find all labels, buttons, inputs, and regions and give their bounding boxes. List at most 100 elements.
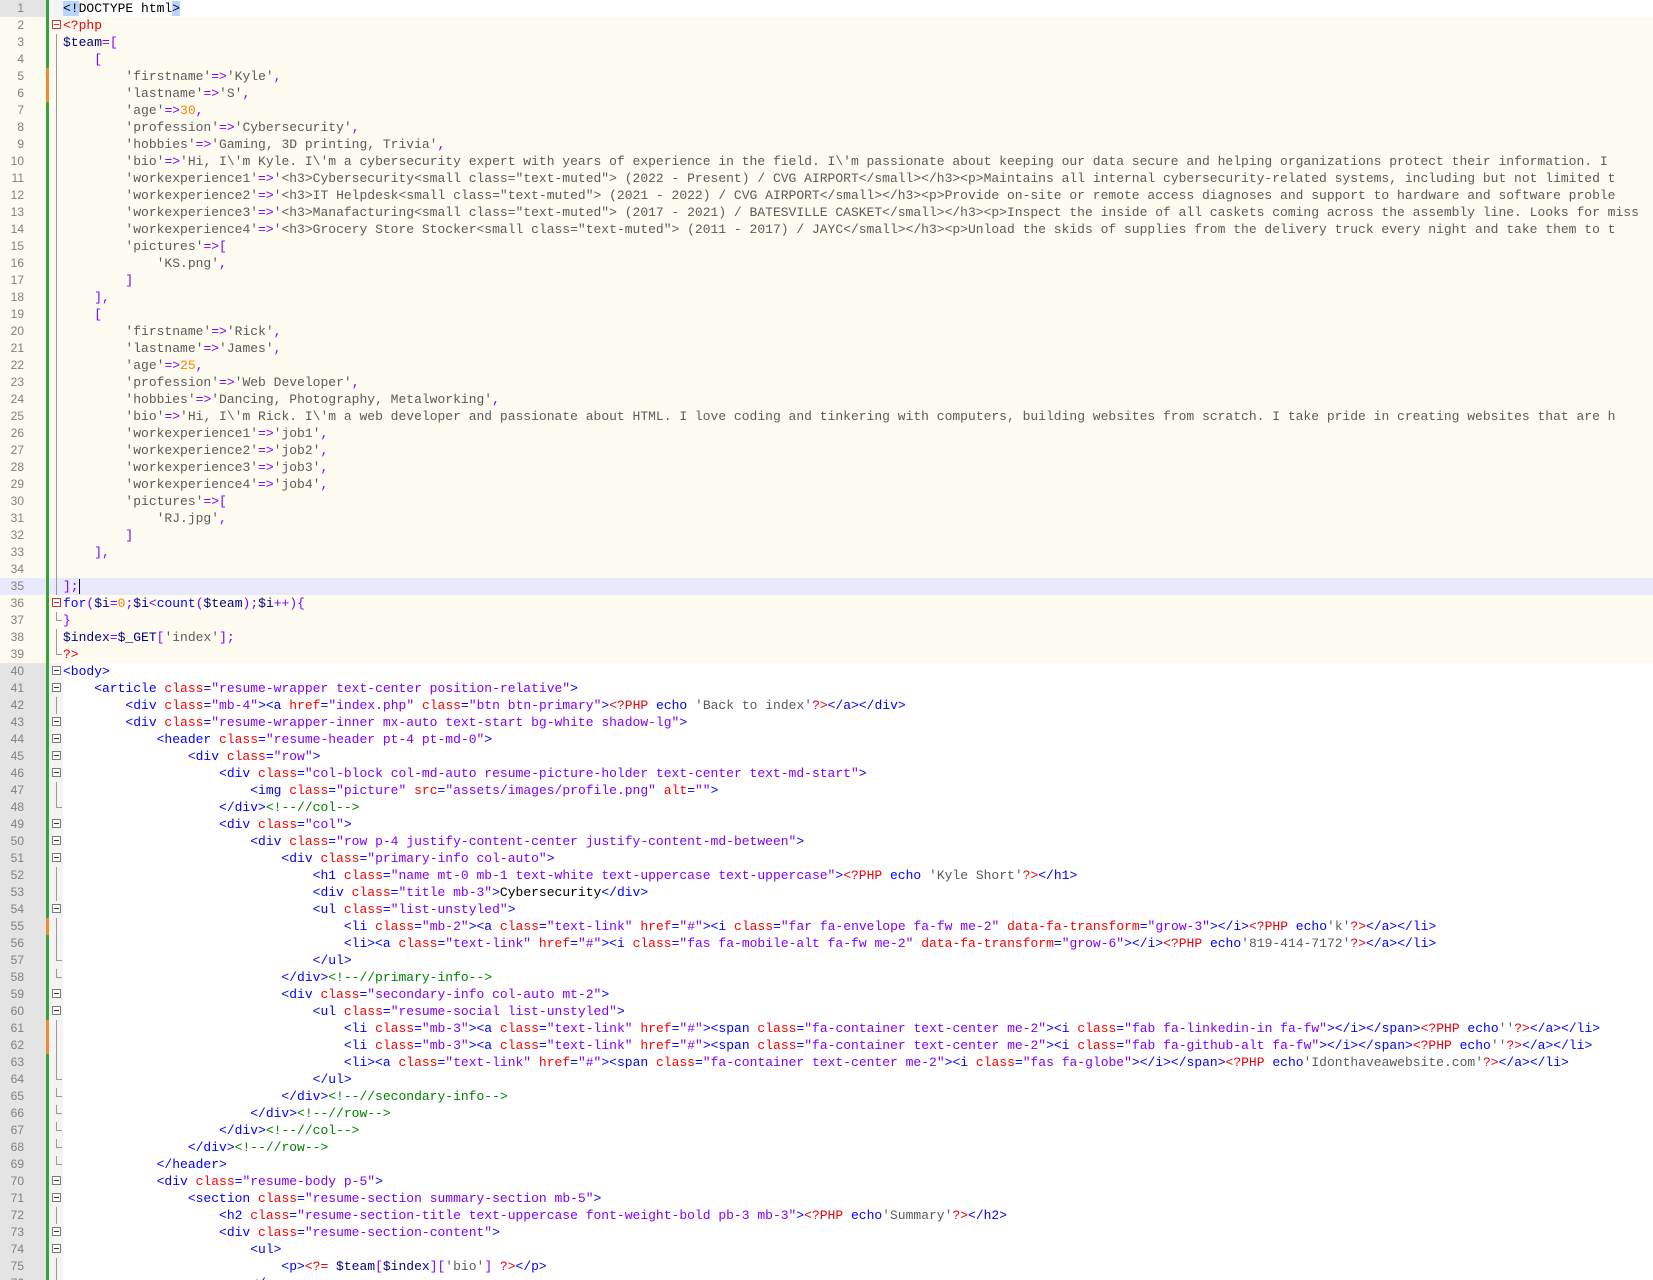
code-text[interactable]: ?>	[63, 646, 79, 663]
code-text[interactable]: 'workexperience4'=>'<h3>Grocery Store St…	[63, 221, 1615, 238]
code-text[interactable]: <header class="resume-header pt-4 pt-md-…	[63, 731, 493, 748]
code-text[interactable]: 'KS.png',	[63, 255, 227, 272]
code-line[interactable]: 52 <h1 class="name mt-0 mb-1 text-white …	[0, 867, 1653, 884]
code-text[interactable]: <div class="resume-wrapper-inner mx-auto…	[63, 714, 687, 731]
code-line[interactable]: 56 <li><a class="text-link" href="#"><i …	[0, 935, 1653, 952]
code-editor[interactable]: 1 <!DOCTYPE html> 2 <?php 3 $team=[4 [5 'firs…	[0, 0, 1653, 1280]
code-text[interactable]: ],	[63, 544, 110, 561]
code-text[interactable]: 'bio'=>'Hi, I\'m Rick. I\'m a web develo…	[63, 408, 1615, 425]
code-text[interactable]: <div class="row">	[63, 748, 321, 765]
code-text[interactable]: </div><!--//secondary-info-->	[63, 1088, 507, 1105]
code-line[interactable]: 45 <div class="row">	[0, 748, 1653, 765]
code-line[interactable]: 55 <li class="mb-2"><a class="text-link"…	[0, 918, 1653, 935]
code-line[interactable]: 22 'age'=>25,	[0, 357, 1653, 374]
code-text[interactable]: </div><!--//col-->	[63, 799, 359, 816]
code-text[interactable]: $index=$_GET['index'];	[63, 629, 235, 646]
code-text[interactable]: <div class="row p-4 justify-content-cent…	[63, 833, 804, 850]
code-line[interactable]: 37}	[0, 612, 1653, 629]
code-line[interactable]: 48 </div><!--//col-->	[0, 799, 1653, 816]
code-text[interactable]: <h1 class="name mt-0 mb-1 text-white tex…	[63, 867, 1078, 884]
code-line[interactable]: 27 'workexperience2'=>'job2',	[0, 442, 1653, 459]
code-line[interactable]: 1 <!DOCTYPE html>	[0, 0, 1653, 17]
fold-toggle-icon[interactable]	[50, 714, 64, 731]
code-line[interactable]: 69 </header>	[0, 1156, 1653, 1173]
fold-toggle-icon[interactable]	[50, 1003, 64, 1020]
code-text[interactable]: 'hobbies'=>'Dancing, Photography, Metalw…	[63, 391, 500, 408]
code-line[interactable]: 38 $index=$_GET['index'];	[0, 629, 1653, 646]
code-line[interactable]: 40 <body>	[0, 663, 1653, 680]
code-line[interactable]: 75 <p><?= $team[$index]['bio'] ?></p>	[0, 1258, 1653, 1275]
code-line[interactable]: 23 'profession'=>'Web Developer',	[0, 374, 1653, 391]
code-text[interactable]: <li class="mb-3"><a class="text-link" hr…	[63, 1020, 1600, 1037]
code-line[interactable]: 63 <li><a class="text-link" href="#"><sp…	[0, 1054, 1653, 1071]
code-text[interactable]: 'age'=>30,	[63, 102, 203, 119]
code-line[interactable]: 19 [	[0, 306, 1653, 323]
fold-toggle-icon[interactable]	[50, 17, 64, 34]
code-line[interactable]: 34	[0, 561, 1653, 578]
code-line[interactable]: 20 'firstname'=>'Rick',	[0, 323, 1653, 340]
code-text[interactable]: 'profession'=>'Cybersecurity',	[63, 119, 359, 136]
code-text[interactable]: <div class="resume-section-content">	[63, 1224, 500, 1241]
code-line[interactable]: 50 <div class="row p-4 justify-content-c…	[0, 833, 1653, 850]
code-text[interactable]: <p><?= $team[$index]['bio'] ?></p>	[63, 1258, 546, 1275]
code-text[interactable]: <li><a class="text-link" href="#"><span …	[63, 1054, 1569, 1071]
code-line[interactable]: 47 <img class="picture" src="assets/imag…	[0, 782, 1653, 799]
code-line[interactable]: 2 <?php	[0, 17, 1653, 34]
fold-toggle-icon[interactable]	[50, 765, 64, 782]
code-line[interactable]: 66 </div><!--//row-->	[0, 1105, 1653, 1122]
code-line[interactable]: 29 'workexperience4'=>'job4',	[0, 476, 1653, 493]
code-line[interactable]: 24 'hobbies'=>'Dancing, Photography, Met…	[0, 391, 1653, 408]
code-text[interactable]: <article class="resume-wrapper text-cent…	[63, 680, 578, 697]
fold-toggle-icon[interactable]	[50, 833, 64, 850]
code-line[interactable]: 51 <div class="primary-info col-auto">	[0, 850, 1653, 867]
code-line[interactable]: 35];	[0, 578, 1653, 595]
code-line[interactable]: 71 <section class="resume-section summar…	[0, 1190, 1653, 1207]
fold-toggle-icon[interactable]	[50, 816, 64, 833]
code-text[interactable]: </div><!--//col-->	[63, 1122, 359, 1139]
code-line[interactable]: 43 <div class="resume-wrapper-inner mx-a…	[0, 714, 1653, 731]
code-text[interactable]: <?php	[63, 17, 102, 34]
code-text[interactable]: <h2 class="resume-section-title text-upp…	[63, 1207, 1007, 1224]
fold-toggle-icon[interactable]	[50, 986, 64, 1003]
fold-toggle-icon[interactable]	[50, 1224, 64, 1241]
code-text[interactable]: ],	[63, 289, 110, 306]
fold-toggle-icon[interactable]	[50, 901, 64, 918]
code-line[interactable]: 41 <article class="resume-wrapper text-c…	[0, 680, 1653, 697]
code-text[interactable]: <ul class="list-unstyled">	[63, 901, 516, 918]
fold-toggle-icon[interactable]	[50, 1241, 64, 1258]
code-text[interactable]: 'age'=>25,	[63, 357, 203, 374]
code-line[interactable]: 68 </div><!--//row-->	[0, 1139, 1653, 1156]
code-line[interactable]: 54 <ul class="list-unstyled">	[0, 901, 1653, 918]
code-line[interactable]: 57 </ul>	[0, 952, 1653, 969]
code-line[interactable]: 9 'hobbies'=>'Gaming, 3D printing, Trivi…	[0, 136, 1653, 153]
code-text[interactable]: 'workexperience1'=>'<h3>Cybersecurity<sm…	[63, 170, 1615, 187]
code-text[interactable]: 'workexperience2'=>'<h3>IT Helpdesk<smal…	[63, 187, 1615, 204]
code-text[interactable]: <ul>	[63, 1241, 281, 1258]
fold-toggle-icon[interactable]	[50, 1173, 64, 1190]
fold-toggle-icon[interactable]	[50, 1190, 64, 1207]
code-text[interactable]: <li><a class="text-link" href="#"><i cla…	[63, 935, 1436, 952]
code-line[interactable]: 26 'workexperience1'=>'job1',	[0, 425, 1653, 442]
code-text[interactable]: <div class="col-block col-md-auto resume…	[63, 765, 867, 782]
code-text[interactable]: 'hobbies'=>'Gaming, 3D printing, Trivia'…	[63, 136, 445, 153]
code-text[interactable]: <li class="mb-2"><a class="text-link" hr…	[63, 918, 1436, 935]
code-text[interactable]: </	[63, 1275, 266, 1280]
code-line[interactable]: 13 'workexperience3'=>'<h3>Manafacturing…	[0, 204, 1653, 221]
code-text[interactable]: <body>	[63, 663, 110, 680]
code-text[interactable]: 'workexperience3'=>'<h3>Manafacturing<sm…	[63, 204, 1638, 221]
code-line[interactable]: 49 <div class="col">	[0, 816, 1653, 833]
code-line[interactable]: 58 </div><!--//primary-info-->	[0, 969, 1653, 986]
fold-toggle-icon[interactable]	[50, 850, 64, 867]
code-text[interactable]: 'workexperience4'=>'job4',	[63, 476, 328, 493]
code-line[interactable]: 36 for($i=0;$i<count($team);$i++){	[0, 595, 1653, 612]
code-line[interactable]: 42 <div class="mb-4"><a href="index.php"…	[0, 697, 1653, 714]
code-line[interactable]: 74 <ul>	[0, 1241, 1653, 1258]
code-text[interactable]: <img class="picture" src="assets/images/…	[63, 782, 718, 799]
code-text[interactable]: 'bio'=>'Hi, I\'m Kyle. I\'m a cybersecur…	[63, 153, 1607, 170]
code-text[interactable]: for($i=0;$i<count($team);$i++){	[63, 595, 305, 612]
code-lines[interactable]: 1 <!DOCTYPE html> 2 <?php 3 $team=[4 [5 'firs…	[0, 0, 1653, 1280]
code-line[interactable]: 4 [	[0, 51, 1653, 68]
code-line[interactable]: 46 <div class="col-block col-md-auto res…	[0, 765, 1653, 782]
code-line[interactable]: 62 <li class="mb-3"><a class="text-link"…	[0, 1037, 1653, 1054]
code-line[interactable]: 8 'profession'=>'Cybersecurity',	[0, 119, 1653, 136]
